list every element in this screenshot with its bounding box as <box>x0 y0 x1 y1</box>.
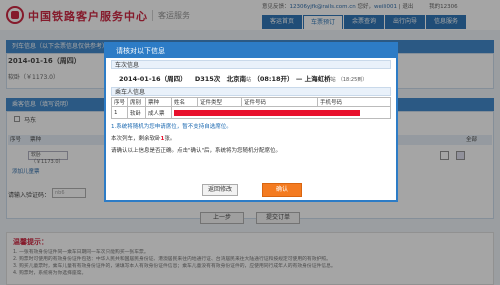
redaction-bar <box>174 109 360 116</box>
remaining-prefix: 本次列车，剩余 <box>111 136 150 142</box>
to-station-suffix: 站 <box>330 77 336 83</box>
random-seat-note: 1.系统将随机为您申请席位，暂不支持自选席位。 <box>111 124 232 130</box>
row-ticket-type: 成人票 <box>145 106 172 119</box>
dialog-title: 请核对以下信息 <box>106 44 396 58</box>
col-index: 序号 <box>111 97 128 107</box>
remaining-seat: 软卧 <box>149 136 161 142</box>
dialog-body: 车次信息 2014-01-16（周四） D315次 北京南站 （08:18开） … <box>106 58 396 156</box>
from-station: 北京南 <box>226 75 247 83</box>
train-number: D315次 <box>194 75 221 83</box>
to-station: 上海虹桥 <box>304 75 331 83</box>
trip-section-header: 车次信息 <box>111 60 391 69</box>
col-phone: 手机号码 <box>317 97 391 107</box>
remaining-note: 本次列车，剩余软卧1张。 <box>111 134 391 142</box>
depart-time: （08:18开） <box>253 75 294 83</box>
col-seat: 席别 <box>127 97 146 107</box>
redacted-cell <box>171 106 391 119</box>
passenger-section-header: 乘车人信息 <box>111 87 391 96</box>
confirm-button[interactable]: 确认 <box>262 183 302 197</box>
from-station-suffix: 站 <box>246 77 252 83</box>
passenger-table: 序号 席别 票种 姓名 证件类型 证件号码 手机号码 1 软卧 成人票 <box>111 97 391 119</box>
col-id-number: 证件号码 <box>241 97 318 107</box>
table-row: 1 软卧 成人票 <box>111 106 391 119</box>
confirm-dialog: 请核对以下信息 车次信息 2014-01-16（周四） D315次 北京南站 （… <box>104 42 398 202</box>
row-index: 1 <box>111 106 128 119</box>
confirm-note: 请确认以上信息是否正确。点击"确认"后，系统将为您随机分配席位。 <box>111 148 282 154</box>
row-seat: 软卧 <box>127 106 146 119</box>
back-edit-button[interactable]: 返回修改 <box>202 184 238 196</box>
trip-summary: 2014-01-16（周四） D315次 北京南站 （08:18开） — 上海虹… <box>119 73 391 83</box>
col-id-type: 证件类型 <box>197 97 242 107</box>
passenger-table-header: 序号 席别 票种 姓名 证件类型 证件号码 手机号码 <box>111 97 391 107</box>
remaining-suffix: 张。 <box>164 136 176 142</box>
col-name: 姓名 <box>171 97 198 107</box>
trip-arrow: — <box>295 75 303 83</box>
col-type: 票种 <box>145 97 172 107</box>
arrive-time: （18:25到） <box>337 77 368 83</box>
trip-date: 2014-01-16（周四） <box>119 75 187 83</box>
